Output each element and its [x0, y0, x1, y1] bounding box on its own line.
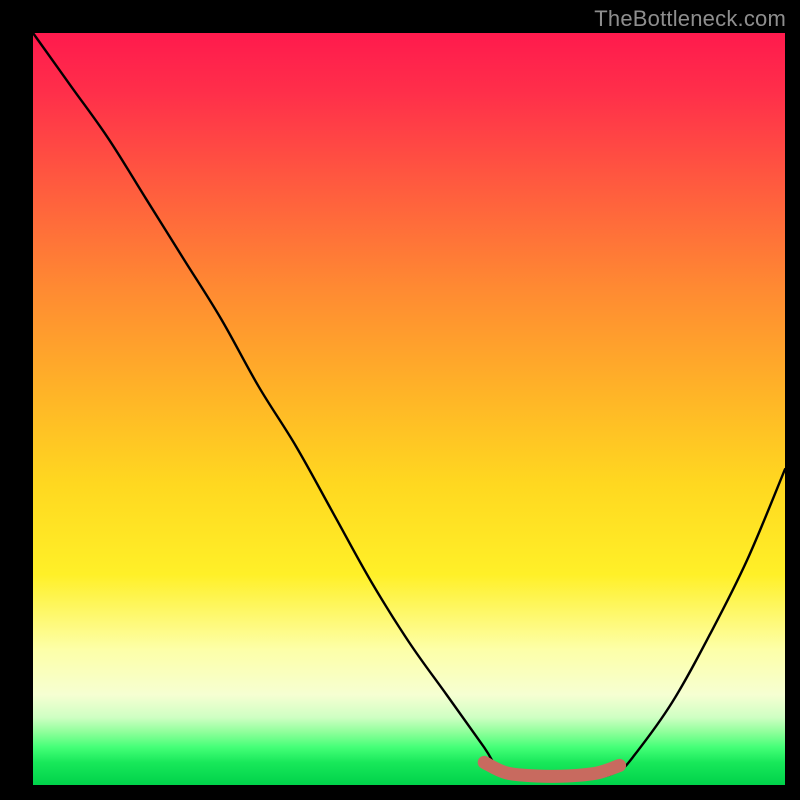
chart-frame: TheBottleneck.com — [0, 0, 800, 800]
watermark-text: TheBottleneck.com — [594, 6, 786, 32]
optimal-range-marker — [484, 762, 619, 776]
curve-path — [33, 33, 785, 778]
plot-area — [33, 33, 785, 785]
bottleneck-curve — [33, 33, 785, 785]
